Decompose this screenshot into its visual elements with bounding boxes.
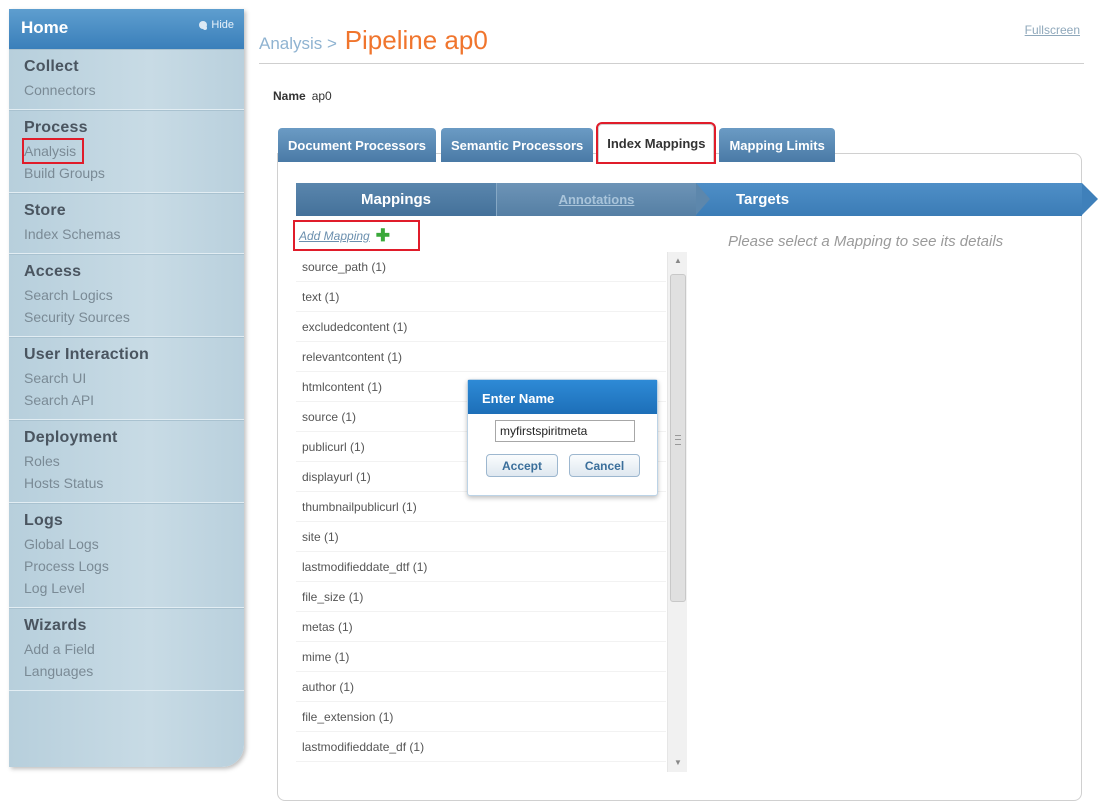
section-title: Process bbox=[24, 119, 88, 136]
cancel-button[interactable]: Cancel bbox=[569, 454, 640, 477]
mapping-name-input[interactable] bbox=[495, 420, 635, 442]
plus-icon: ✚ bbox=[375, 226, 390, 245]
sidebar-item-analysis[interactable]: Analysis bbox=[21, 138, 85, 164]
list-item[interactable]: metas (1) bbox=[296, 612, 666, 642]
page-title: Pipeline ap0 bbox=[344, 25, 488, 55]
sidebar-item-security-sources[interactable]: Security Sources bbox=[24, 306, 244, 328]
section-title: User Interaction bbox=[24, 346, 150, 363]
pipeline-name-row: Name ap0 bbox=[273, 89, 332, 103]
wizard-steps: Mappings Targets Annotations bbox=[296, 183, 1098, 216]
sidebar-section-logs: Logs Global Logs Process Logs Log Level bbox=[9, 503, 244, 608]
sidebar-item-index-schemas[interactable]: Index Schemas bbox=[24, 223, 244, 245]
tab-semantic-processors[interactable]: Semantic Processors bbox=[441, 128, 594, 162]
list-item[interactable]: lastmodifieddate_dtf (1) bbox=[296, 552, 666, 582]
hide-label: Hide bbox=[211, 19, 234, 31]
sidebar-item-search-api[interactable]: Search API bbox=[24, 389, 244, 411]
tab-document-processors[interactable]: Document Processors bbox=[278, 128, 436, 162]
page-header: Analysis > Pipeline ap0 Fullscreen bbox=[259, 18, 1084, 64]
sidebar-item-connectors[interactable]: Connectors bbox=[24, 79, 244, 101]
sidebar-item-languages[interactable]: Languages bbox=[24, 660, 244, 682]
sidebar-item-roles[interactable]: Roles bbox=[24, 450, 244, 472]
list-item[interactable]: author (1) bbox=[296, 672, 666, 702]
section-title: Deployment bbox=[24, 429, 118, 446]
add-mapping-label: Add Mapping bbox=[299, 228, 370, 243]
sidebar-item-log-level[interactable]: Log Level bbox=[24, 577, 244, 599]
scroll-up-icon[interactable]: ▲ bbox=[668, 252, 688, 270]
sidebar-item-build-groups[interactable]: Build Groups bbox=[24, 162, 244, 184]
section-title: Access bbox=[24, 263, 82, 280]
list-item[interactable]: file_size (1) bbox=[296, 582, 666, 612]
list-item[interactable]: mime (1) bbox=[296, 642, 666, 672]
sidebar-section-deployment: Deployment Roles Hosts Status bbox=[9, 420, 244, 503]
list-item[interactable]: lastmodifieddate_df (1) bbox=[296, 732, 666, 762]
targets-empty-message: Please select a Mapping to see its detai… bbox=[728, 233, 1004, 250]
sidebar-item-search-ui[interactable]: Search UI bbox=[24, 367, 244, 389]
step-annotations[interactable]: Annotations bbox=[496, 183, 710, 216]
grip-icon bbox=[675, 435, 681, 445]
tab-bar: Document Processors Semantic Processors … bbox=[278, 120, 835, 164]
hide-sidebar-button[interactable]: Hide bbox=[199, 19, 234, 31]
list-item[interactable]: relevantcontent (1) bbox=[296, 342, 666, 372]
home-link[interactable]: Home bbox=[21, 18, 68, 38]
sidebar-item-hosts-status[interactable]: Hosts Status bbox=[24, 472, 244, 494]
list-item[interactable]: excludedcontent (1) bbox=[296, 312, 666, 342]
breadcrumb-analysis-link[interactable]: Analysis > bbox=[259, 34, 337, 53]
sidebar: Home Hide Collect Connectors Process Ana… bbox=[9, 9, 244, 767]
add-mapping-button[interactable]: Add Mapping ✚ bbox=[293, 220, 420, 251]
fullscreen-link[interactable]: Fullscreen bbox=[1025, 23, 1080, 37]
sidebar-section-collect: Collect Connectors bbox=[9, 49, 244, 110]
section-title: Wizards bbox=[24, 617, 87, 634]
list-item[interactable]: site (1) bbox=[296, 522, 666, 552]
sidebar-item-search-logics[interactable]: Search Logics bbox=[24, 284, 244, 306]
scroll-thumb[interactable] bbox=[670, 274, 686, 602]
name-label: Name bbox=[273, 89, 306, 103]
section-title: Logs bbox=[24, 512, 64, 529]
dialog-title: Enter Name bbox=[468, 380, 657, 414]
pin-icon bbox=[199, 21, 208, 29]
sidebar-item-add-a-field[interactable]: Add a Field bbox=[24, 638, 244, 660]
name-value: ap0 bbox=[311, 89, 332, 103]
section-title: Collect bbox=[24, 58, 79, 75]
sidebar-section-user-interaction: User Interaction Search UI Search API bbox=[9, 337, 244, 420]
sidebar-header: Home Hide bbox=[9, 9, 244, 49]
accept-button[interactable]: Accept bbox=[486, 454, 558, 477]
sidebar-section-process: Process Analysis Build Groups bbox=[9, 110, 244, 193]
step-targets: Targets bbox=[696, 183, 1098, 216]
sidebar-section-access: Access Search Logics Security Sources bbox=[9, 254, 244, 337]
breadcrumb: Analysis > Pipeline ap0 bbox=[259, 25, 488, 56]
list-item[interactable]: text (1) bbox=[296, 282, 666, 312]
list-item[interactable]: file_extension (1) bbox=[296, 702, 666, 732]
list-item[interactable]: source_path (1) bbox=[296, 252, 666, 282]
section-title: Store bbox=[24, 202, 66, 219]
scroll-down-icon[interactable]: ▼ bbox=[668, 754, 688, 772]
mappings-list: source_path (1) text (1) excludedcontent… bbox=[296, 252, 666, 770]
tab-index-mappings[interactable]: Index Mappings bbox=[596, 122, 717, 164]
mappings-scrollbar[interactable]: ▲ ▼ bbox=[667, 252, 687, 772]
list-item[interactable]: thumbnailpublicurl (1) bbox=[296, 492, 666, 522]
step-mappings: Mappings bbox=[296, 183, 496, 216]
sidebar-item-process-logs[interactable]: Process Logs bbox=[24, 555, 244, 577]
tab-mapping-limits[interactable]: Mapping Limits bbox=[719, 128, 835, 162]
sidebar-item-global-logs[interactable]: Global Logs bbox=[24, 533, 244, 555]
sidebar-section-wizards: Wizards Add a Field Languages bbox=[9, 608, 244, 691]
enter-name-dialog: Enter Name Accept Cancel bbox=[467, 379, 658, 496]
sidebar-section-store: Store Index Schemas bbox=[9, 193, 244, 254]
